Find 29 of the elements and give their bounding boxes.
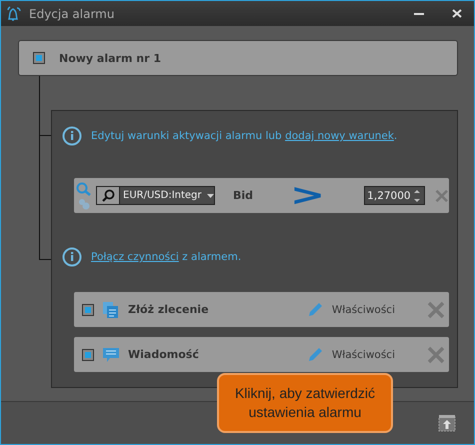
properties-link[interactable]: Właściwości	[332, 348, 395, 360]
comparison-operator[interactable]: >	[290, 184, 326, 208]
search-icon[interactable]	[102, 189, 114, 202]
bell-icon	[5, 6, 23, 22]
speech-bubble-icon	[102, 346, 120, 364]
connect-actions-link[interactable]: Połącz czynności	[91, 251, 179, 263]
checkbox[interactable]	[82, 304, 94, 316]
value-spinbox[interactable]: 1,27000	[364, 186, 426, 205]
instrument-dropdown[interactable]: EUR/USD:Integr	[96, 186, 215, 205]
action-name: Złóż zlecenie	[128, 303, 209, 316]
info-icon	[62, 247, 82, 267]
info-text: Edytuj warunki aktywacji alarmu lub dodaj nowy warunek.	[91, 130, 398, 142]
tooltip-callout: Kliknij, aby zatwierdzić ustawienia alarmu	[217, 373, 393, 433]
spinner-arrows-icon[interactable]	[414, 188, 420, 202]
documents-icon	[102, 300, 120, 318]
window-title: Edycja alarmu	[29, 6, 114, 20]
properties-link[interactable]: Właściwości	[332, 304, 395, 316]
checkbox[interactable]	[33, 52, 45, 64]
action-name: Wiadomość	[128, 348, 199, 361]
add-condition-link[interactable]: dodaj nowy warunek	[285, 130, 394, 142]
upload-icon[interactable]	[438, 414, 456, 432]
checkbox[interactable]	[82, 348, 94, 360]
info-icon	[62, 126, 82, 146]
close-icon[interactable]	[452, 9, 462, 18]
price-type-label: Bid	[233, 189, 254, 202]
caret-icon	[207, 194, 214, 198]
alarm-name: Nowy alarm nr 1	[59, 52, 161, 64]
info-text: Połącz czynności z alarmem.	[91, 251, 242, 263]
minimize-icon[interactable]	[414, 12, 424, 16]
